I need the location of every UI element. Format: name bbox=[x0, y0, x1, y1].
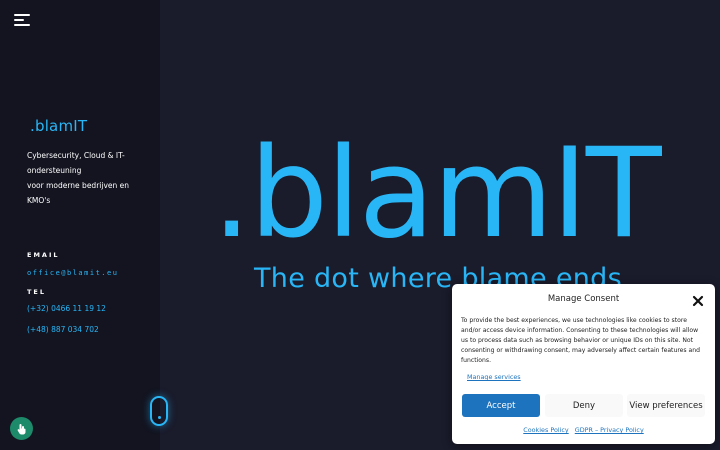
sidebar: .blamIT Cybersecurity, Cloud & IT- onder… bbox=[0, 0, 160, 450]
mouse-scroll-icon[interactable] bbox=[150, 396, 168, 426]
hamburger-menu-icon[interactable] bbox=[14, 14, 32, 26]
view-preferences-button[interactable]: View preferences bbox=[627, 394, 705, 417]
email-link[interactable]: office@blamit.eu bbox=[27, 269, 118, 277]
sidebar-logo[interactable]: .blamIT bbox=[30, 117, 87, 135]
consent-policy-links: Cookies Policy GDPR – Privacy Policy bbox=[452, 426, 715, 434]
hand-pointer-icon bbox=[17, 423, 26, 434]
consent-title: Manage Consent bbox=[547, 294, 620, 304]
accept-button[interactable]: Accept bbox=[462, 394, 540, 417]
manage-services-link[interactable]: Manage services bbox=[467, 373, 521, 381]
consent-dialog: Manage Consent To provide the best exper… bbox=[452, 284, 715, 444]
close-icon[interactable] bbox=[692, 292, 704, 307]
phone-link-be[interactable]: (+32) 0466 11 19 12 bbox=[27, 304, 106, 313]
hero-title: .blamIT bbox=[212, 122, 662, 266]
phone-link-pl[interactable]: (+48) 887 034 702 bbox=[27, 325, 99, 334]
email-label: EMAIL bbox=[27, 251, 60, 259]
tel-label: TEL bbox=[27, 288, 47, 296]
consent-description: To provide the best experiences, we use … bbox=[461, 317, 701, 364]
privacy-policy-link[interactable]: GDPR – Privacy Policy bbox=[575, 426, 644, 434]
sidebar-tagline: Cybersecurity, Cloud & IT- ondersteuning… bbox=[27, 151, 130, 205]
deny-button[interactable]: Deny bbox=[545, 394, 623, 417]
cookies-policy-link[interactable]: Cookies Policy bbox=[523, 426, 568, 434]
accessibility-button[interactable] bbox=[10, 417, 33, 440]
